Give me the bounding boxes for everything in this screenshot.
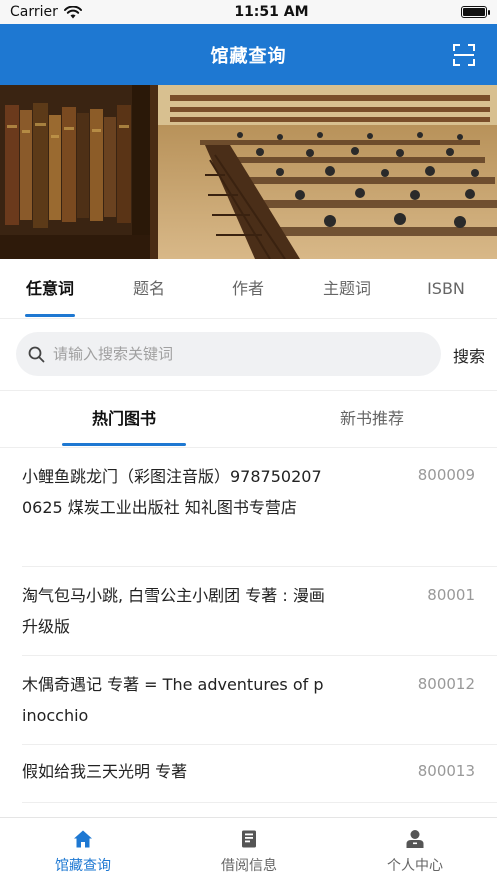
tab-label: 个人中心 xyxy=(387,858,443,874)
search-input[interactable] xyxy=(53,345,413,363)
tab-any-word[interactable]: 任意词 xyxy=(10,259,90,319)
book-code: 800009 xyxy=(417,466,475,484)
book-icon xyxy=(242,830,256,848)
list-tabs: 热门图书 新书推荐 xyxy=(0,391,497,448)
library-banner-image xyxy=(0,85,497,259)
tab-personal-center[interactable]: 个人中心 xyxy=(332,818,497,883)
status-time: 11:51 AM xyxy=(234,4,309,20)
search-button[interactable]: 搜索 xyxy=(453,343,485,367)
list-item[interactable]: 小鲤鱼跳龙门（彩图注音版）9787502070625 煤炭工业出版社 知礼图书专… xyxy=(22,448,497,567)
page-title: 馆藏查询 xyxy=(210,45,287,67)
book-code: 800013 xyxy=(417,762,475,780)
search-icon xyxy=(28,346,45,362)
search-type-tabs: 任意词 题名 作者 主题词 ISBN xyxy=(0,259,497,319)
book-title: 假如给我三天光明 专著 xyxy=(22,762,188,781)
book-code: 800012 xyxy=(417,675,475,693)
book-title: 木偶奇遇记 专著 = The adventures of pinocchio xyxy=(22,675,324,725)
tab-isbn[interactable]: ISBN xyxy=(406,259,486,319)
tab-subject[interactable]: 主题词 xyxy=(307,259,387,319)
tab-borrow-info[interactable]: 借阅信息 xyxy=(166,818,332,883)
tab-label: 借阅信息 xyxy=(221,858,277,874)
list-item[interactable]: 木偶奇遇记 专著 = The adventures of pinocchio 8… xyxy=(22,656,497,745)
search-row: 搜索 xyxy=(0,319,497,391)
tab-collection-search[interactable]: 馆藏查询 xyxy=(0,818,166,883)
book-list: 小鲤鱼跳龙门（彩图注音版）9787502070625 煤炭工业出版社 知礼图书专… xyxy=(0,448,497,816)
person-icon xyxy=(406,830,424,848)
tab-label: 馆藏查询 xyxy=(55,858,111,874)
list-item[interactable]: 假如给我三天光明 专著 800013 xyxy=(22,745,497,803)
home-icon xyxy=(74,830,92,848)
scan-icon[interactable] xyxy=(453,44,475,66)
active-tab-indicator xyxy=(25,314,75,317)
active-list-tab-indicator xyxy=(62,443,186,446)
tab-author[interactable]: 作者 xyxy=(208,259,288,319)
tab-hot-books[interactable]: 热门图书 xyxy=(0,391,248,446)
bottom-tab-bar: 馆藏查询 借阅信息 个人中心 xyxy=(0,817,497,883)
tab-title[interactable]: 题名 xyxy=(109,259,189,319)
status-left: Carrier xyxy=(10,4,82,20)
book-title: 淘气包马小跳, 白雪公主小剧团 专著 : 漫画升级版 xyxy=(22,586,325,636)
nav-bar: 馆藏查询 xyxy=(0,24,497,85)
list-item[interactable]: 淘气包马小跳, 白雪公主小剧团 专著 : 漫画升级版 80001 xyxy=(22,567,497,656)
status-bar: Carrier 11:51 AM xyxy=(0,0,497,24)
tab-new-books[interactable]: 新书推荐 xyxy=(248,391,496,446)
search-box xyxy=(16,332,441,376)
wifi-icon xyxy=(63,5,82,18)
book-code: 80001 xyxy=(427,586,475,604)
carrier-label: Carrier xyxy=(10,4,58,20)
book-title: 小鲤鱼跳龙门（彩图注音版）9787502070625 煤炭工业出版社 知礼图书专… xyxy=(22,467,322,517)
battery-icon xyxy=(460,6,490,18)
